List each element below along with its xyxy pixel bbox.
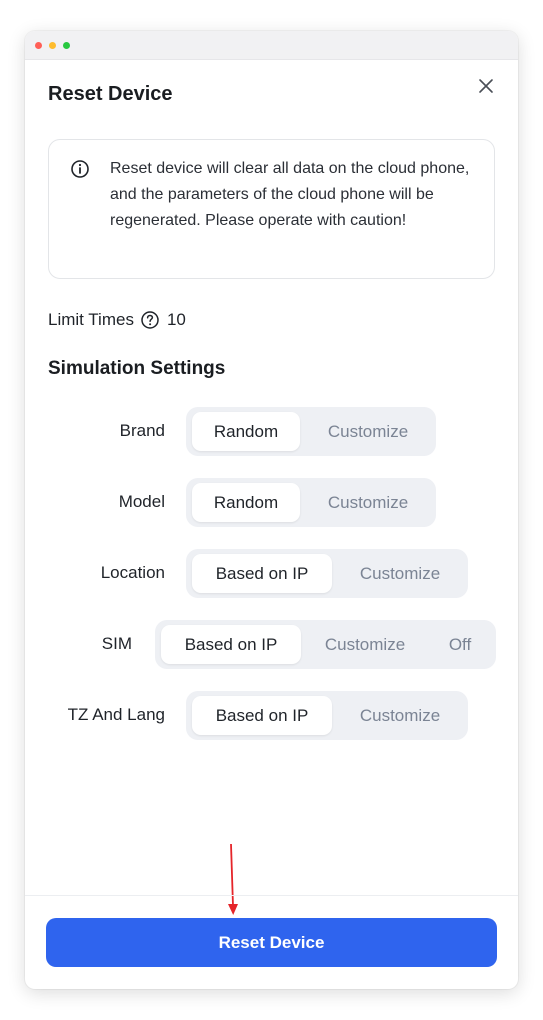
reset-device-window: Reset Device Reset device will clear all…	[25, 31, 518, 989]
limit-times-label: Limit Times	[48, 310, 134, 329]
limit-times-row: Limit Times 10	[48, 308, 186, 332]
model-label: Model	[118, 492, 165, 511]
location-label: Location	[100, 563, 165, 582]
modal-title: Reset Device	[48, 83, 173, 105]
info-icon	[70, 159, 90, 179]
tz-and-lang-option-based-on-ip[interactable]: Based on IP	[192, 696, 332, 735]
simulation-settings-title: Simulation Settings	[48, 358, 226, 379]
help-icon[interactable]	[140, 310, 160, 330]
window-minimize-dot[interactable]	[49, 42, 56, 49]
sim-option-based-on-ip[interactable]: Based on IP	[161, 625, 301, 664]
tz-and-lang-option-customize[interactable]: Customize	[336, 696, 464, 735]
brand-segmented-control: Random Customize	[186, 407, 436, 456]
close-icon[interactable]	[475, 75, 497, 97]
location-option-based-on-ip[interactable]: Based on IP	[192, 554, 332, 593]
sim-label: SIM	[101, 634, 132, 653]
model-option-random[interactable]: Random	[192, 483, 300, 522]
window-zoom-dot[interactable]	[63, 42, 70, 49]
tz-and-lang-label: TZ And Lang	[67, 705, 165, 724]
reset-device-button[interactable]: Reset Device	[46, 918, 497, 967]
warning-text: Reset device will clear all data on the …	[110, 160, 470, 229]
limit-times-value: 10	[166, 310, 186, 329]
model-segmented-control: Random Customize	[186, 478, 436, 527]
warning-box: Reset device will clear all data on the …	[48, 139, 495, 279]
window-titlebar	[25, 31, 518, 60]
sim-option-customize[interactable]: Customize	[305, 625, 425, 664]
sim-segmented-control: Based on IP Customize Off	[155, 620, 496, 669]
sim-option-off[interactable]: Off	[429, 625, 491, 664]
window-close-dot[interactable]	[35, 42, 42, 49]
location-segmented-control: Based on IP Customize	[186, 549, 468, 598]
brand-option-random[interactable]: Random	[192, 412, 300, 451]
tz-and-lang-segmented-control: Based on IP Customize	[186, 691, 468, 740]
brand-label: Brand	[119, 421, 165, 440]
location-option-customize[interactable]: Customize	[336, 554, 464, 593]
model-option-customize[interactable]: Customize	[304, 483, 432, 522]
brand-option-customize[interactable]: Customize	[304, 412, 432, 451]
